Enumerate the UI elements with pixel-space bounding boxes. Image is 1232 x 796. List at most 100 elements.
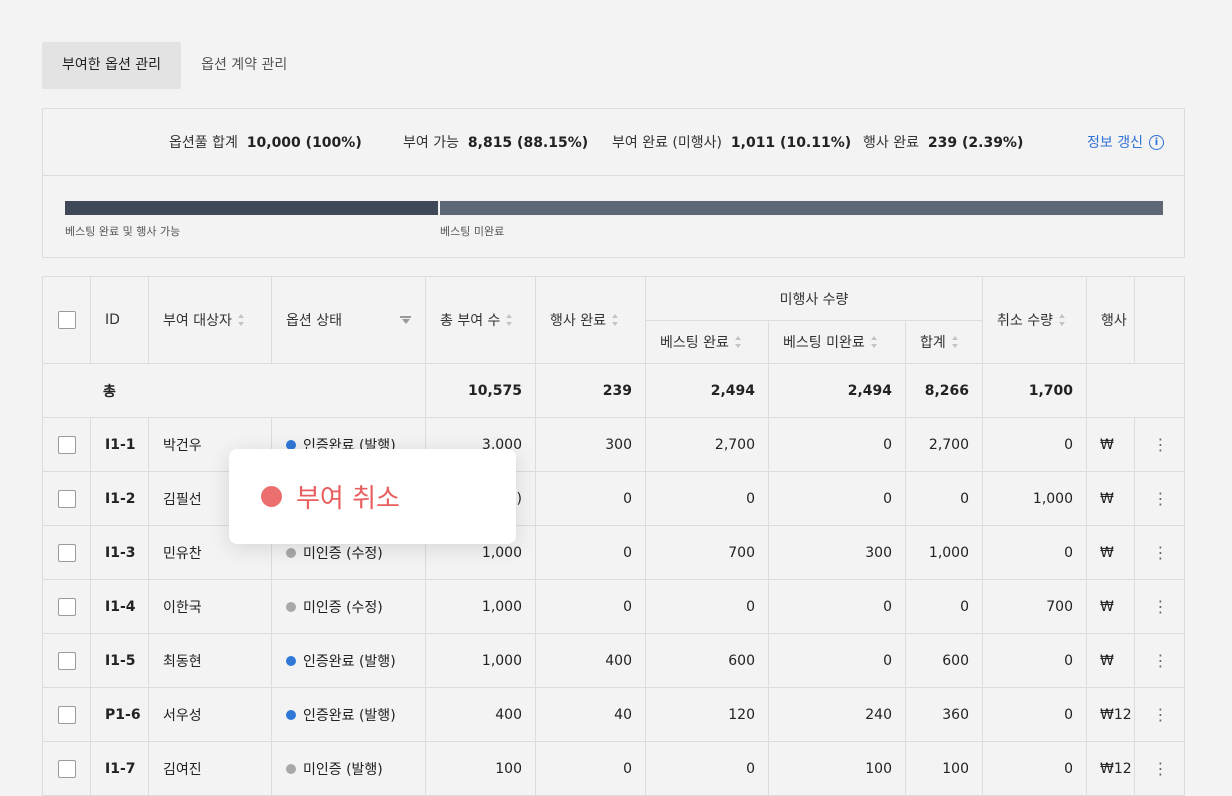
row-id: I1-5 [105,652,136,669]
more-options-icon[interactable]: ⋮ [1153,543,1169,562]
cancel-grant-menu-item[interactable]: 부여 취소 [229,449,516,544]
stat-exercised-label: 행사 완료 [863,135,919,151]
row-cell-status: 미인증 (발행) [272,742,426,795]
row-status: 인증완료 (발행) [303,707,396,724]
row-cancelled: 0 [983,688,1087,742]
row-grantee-name: 서우성 [163,707,202,724]
row-status: 미인증 (발행) [303,761,383,778]
row-grantee-name: 김필선 [163,491,202,508]
row-vested: 0 [646,742,769,795]
more-options-icon[interactable]: ⋮ [1153,759,1169,778]
row-sum: 360 [906,688,983,742]
row-cell-more: ⋮ [1135,580,1184,634]
row-exercised: 0 [536,580,646,634]
header-unvested[interactable]: 베스팅 미완료 [769,321,906,364]
sort-icon[interactable] [506,314,513,326]
more-options-icon[interactable]: ⋮ [1153,435,1169,454]
status-dot-icon [286,547,296,558]
select-all-checkbox[interactable] [57,311,76,329]
row-checkbox[interactable] [57,759,76,778]
header-cancelled[interactable]: 취소 수량 [983,277,1087,364]
status-dot-icon [286,709,296,720]
header-total[interactable]: 총 부여 수 [426,277,536,364]
header-sum[interactable]: 합계 [906,321,983,364]
header-exercised-label: 행사 완료 [550,313,606,329]
row-sum: 2,700 [906,418,983,472]
tab-granted-options[interactable]: 부여한 옵션 관리 [42,42,182,89]
filter-icon[interactable] [400,316,411,325]
row-id: I1-1 [105,436,136,453]
header-vested[interactable]: 베스팅 완료 [646,321,769,364]
row-exercise: ₩ [1087,418,1135,472]
row-cell-more: ⋮ [1135,688,1184,742]
row-sum: 0 [906,580,983,634]
sort-icon[interactable] [1058,314,1066,326]
row-checkbox[interactable] [57,543,76,562]
row-cell-name: 서우성 [149,688,272,742]
stat-pool-value: 10,000 (100%) [246,135,362,151]
vesting-bar-vested [65,201,438,215]
row-checkbox[interactable] [57,435,76,454]
row-exercise: ₩12 [1087,688,1135,742]
row-vested: 700 [646,526,769,580]
row-checkbox[interactable] [57,489,76,508]
status-dot-icon [286,601,296,612]
stat-granted-label: 부여 완료 (미행사) [612,135,722,151]
more-options-icon[interactable]: ⋮ [1153,489,1169,508]
header-vested-label: 베스팅 완료 [660,335,729,351]
sort-icon[interactable] [870,336,878,348]
sort-icon[interactable] [237,314,245,326]
row-exercised: 400 [536,634,646,688]
row-exercise: ₩ [1087,634,1135,688]
more-options-icon[interactable]: ⋮ [1153,705,1169,724]
row-total: 400 [426,688,536,742]
header-select-all [43,277,91,364]
sort-icon[interactable] [734,336,742,348]
header-status[interactable]: 옵션 상태 [272,277,426,364]
row-cell-id: I1-3 [91,526,149,580]
row-grantee-name: 박건우 [163,437,202,454]
row-cell-id: I1-4 [91,580,149,634]
more-options-icon[interactable]: ⋮ [1153,597,1169,616]
vesting-legend-vested: 베스팅 완료 및 행사 가능 [65,225,181,238]
sort-icon[interactable] [951,336,959,348]
row-sum: 0 [906,472,983,526]
header-exercise-label: 행사 [1101,313,1127,329]
vesting-progress-bar [65,201,1163,215]
row-vested: 0 [646,472,769,526]
tab-option-contracts[interactable]: 옵션 계약 관리 [181,42,307,89]
row-cell-chk [43,688,91,742]
row-checkbox[interactable] [57,651,76,670]
row-exercise: ₩ [1087,580,1135,634]
row-checkbox[interactable] [57,705,76,724]
cancel-grant-label: 부여 취소 [296,484,400,514]
vesting-legend-unvested: 베스팅 미완료 [440,225,505,238]
stat-available: 부여 가능 8,815 (88.15%) [403,132,588,152]
row-checkbox[interactable] [57,597,76,616]
total-sum: 8,266 [906,364,983,418]
row-grantee-name: 이한국 [163,599,202,616]
header-total-label: 총 부여 수 [440,313,501,329]
refresh-info-button[interactable]: 정보 갱신 i [1087,132,1164,152]
sort-icon[interactable] [611,314,619,326]
row-cancelled: 0 [983,526,1087,580]
row-cancelled: 700 [983,580,1087,634]
row-cancelled: 0 [983,634,1087,688]
row-cancelled: 0 [983,418,1087,472]
more-options-icon[interactable]: ⋮ [1153,651,1169,670]
row-unvested: 0 [769,634,906,688]
header-actions [1135,277,1184,364]
info-icon[interactable]: i [1149,134,1164,150]
total-unvested: 2,494 [769,364,906,418]
row-id: I1-2 [105,490,136,507]
row-cell-id: P1-6 [91,688,149,742]
row-sum: 100 [906,742,983,795]
row-cell-chk [43,580,91,634]
row-cell-more: ⋮ [1135,742,1184,795]
row-total: 1,000 [426,634,536,688]
row-vested: 120 [646,688,769,742]
stat-granted-value: 1,011 (10.11%) [730,135,852,151]
header-exercised[interactable]: 행사 완료 [536,277,646,364]
header-grantee[interactable]: 부여 대상자 [149,277,272,364]
row-id: I1-3 [105,544,136,561]
